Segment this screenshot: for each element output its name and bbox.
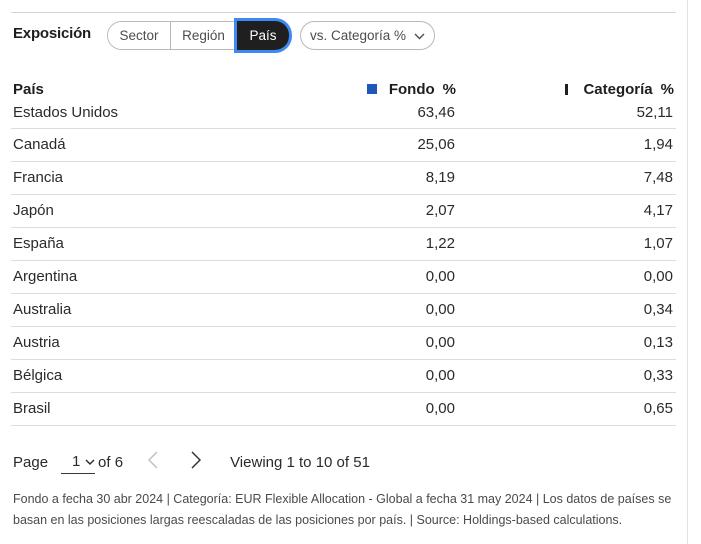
fondo-value: 0,00 — [331, 359, 458, 393]
table-row: Japón 2,07 4,17 — [11, 194, 676, 228]
column-header-fondo: Fondo% — [331, 72, 458, 102]
next-page-button[interactable] — [186, 450, 206, 474]
categoria-value: 4,17 — [458, 194, 676, 228]
fondo-value: 1,22 — [331, 227, 458, 261]
country-name: Austria — [11, 326, 331, 360]
column-header-pais: País — [13, 80, 44, 98]
categoria-value: 0,00 — [458, 260, 676, 294]
column-header-categoria: Categoría% — [458, 72, 676, 102]
country-name: Brasil — [11, 392, 331, 426]
table-row: Argentina 0,00 0,00 — [11, 260, 676, 294]
categoria-value: 1,07 — [458, 227, 676, 261]
top-divider — [11, 12, 676, 13]
country-name: Argentina — [11, 260, 331, 294]
country-exposure-table: País Fondo% Categoría% Estados Unidos 63,… — [11, 72, 676, 426]
categoria-value: 52,11 — [458, 102, 676, 129]
country-name: Japón — [11, 194, 331, 228]
fondo-value: 8,19 — [331, 161, 458, 195]
pagination: Page 1 of 6 Viewing 1 to 10 of 51 — [13, 450, 370, 474]
categoria-value: 0,33 — [458, 359, 676, 393]
fondo-value: 63,46 — [331, 102, 458, 129]
categoria-value: 0,13 — [458, 326, 676, 360]
page-count: of 6 — [98, 453, 124, 471]
fondo-legend-marker — [366, 83, 377, 94]
country-name: España — [11, 227, 331, 261]
previous-page-button[interactable] — [143, 450, 163, 474]
country-name: Francia — [11, 161, 331, 195]
fondo-header-label: Fondo — [388, 80, 435, 98]
table-row: Austria 0,00 0,13 — [11, 326, 676, 360]
exposure-header: Exposición Sector Región País vs. Catego… — [13, 20, 436, 50]
fondo-header-pct: % — [442, 80, 456, 98]
page-select[interactable]: 1 — [61, 450, 96, 474]
fondo-value: 2,07 — [331, 194, 458, 228]
fondo-value: 0,00 — [331, 392, 458, 426]
table-row: España 1,22 1,07 — [11, 227, 676, 261]
country-name: Canadá — [11, 128, 331, 162]
table-row: Canadá 25,06 1,94 — [11, 128, 676, 162]
page-label: Page — [13, 453, 49, 471]
panel-edge-divider — [687, 0, 688, 544]
chevron-down-icon — [85, 453, 95, 470]
fondo-value: 0,00 — [331, 260, 458, 294]
fondo-value: 25,06 — [331, 128, 458, 162]
table-row: Estados Unidos 63,46 52,11 — [11, 102, 676, 129]
fondo-value: 0,00 — [331, 326, 458, 360]
categoria-header-pct: % — [660, 80, 674, 98]
categoria-header-label: Categoría — [583, 80, 653, 98]
tab-sector[interactable]: Sector — [108, 21, 172, 49]
tab-pais[interactable]: País — [237, 20, 290, 50]
tab-region[interactable]: Región — [171, 21, 238, 49]
table-header-row: País Fondo% Categoría% — [11, 72, 676, 102]
table-row: Bélgica 0,00 0,33 — [11, 359, 676, 393]
categoria-value: 0,65 — [458, 392, 676, 426]
table-row: Francia 8,19 7,48 — [11, 161, 676, 195]
categoria-value: 0,34 — [458, 293, 676, 327]
table-row: Australia 0,00 0,34 — [11, 293, 676, 327]
categoria-value: 7,48 — [458, 161, 676, 195]
fondo-value: 0,00 — [331, 293, 458, 327]
country-name: Australia — [11, 293, 331, 327]
chevron-down-icon — [414, 28, 425, 43]
chevron-left-icon — [148, 451, 158, 473]
compare-dropdown-label: vs. Categoría % — [310, 27, 407, 43]
exposure-tab-group: Sector Región País — [107, 20, 290, 50]
country-name: Bélgica — [11, 359, 331, 393]
section-title: Exposición — [13, 24, 92, 42]
categoria-legend-marker — [565, 83, 569, 95]
categoria-value: 1,94 — [458, 128, 676, 162]
table-row: Brasil 0,00 0,65 — [11, 392, 676, 426]
country-name: Estados Unidos — [11, 102, 331, 129]
compare-dropdown[interactable]: vs. Categoría % — [300, 20, 436, 50]
footnote: Fondo a fecha 30 abr 2024 | Categoría: E… — [13, 492, 672, 527]
current-page: 1 — [72, 453, 81, 470]
chevron-right-icon — [191, 451, 202, 473]
viewing-range: Viewing 1 to 10 of 51 — [230, 453, 370, 471]
